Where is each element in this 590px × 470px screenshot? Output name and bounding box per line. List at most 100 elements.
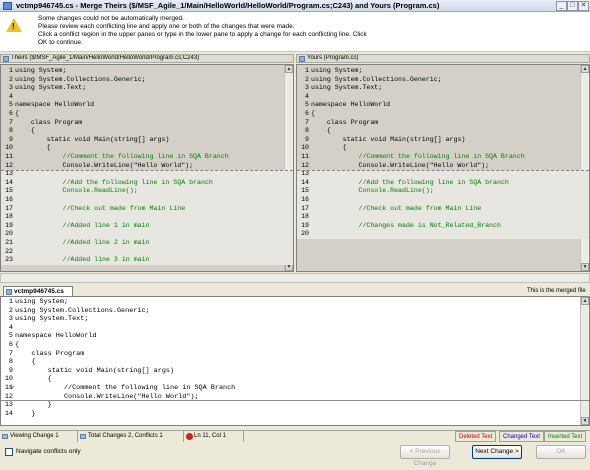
merged-file-note: This is the merged file	[527, 288, 586, 294]
code-line[interactable]: 2 using System.Collections.Generic;	[1, 76, 293, 85]
code-line[interactable]: 20	[1, 230, 293, 239]
line-number: 1	[8, 298, 13, 306]
code-line[interactable]: 17 //Check out made from Main Line	[297, 204, 589, 214]
code-line[interactable]: 12 Console.WriteLine("Hello World");	[297, 162, 589, 171]
line-text: namespace HelloWorld	[15, 101, 95, 109]
code-line[interactable]: 1 using System;	[1, 67, 293, 76]
code-line[interactable]: 15 Console.ReadLine();	[1, 187, 293, 196]
code-line[interactable]: 12 Console.WriteLine("Hello World");	[1, 393, 589, 402]
code-line[interactable]: 9 static void Main(string[] args)	[1, 367, 589, 376]
previous-change-button[interactable]: < Previous Change	[400, 445, 450, 467]
line-text: {	[15, 127, 35, 135]
code-line[interactable]: 14 //Add the following line in SQA branc…	[1, 178, 293, 188]
theirs-pane-title: Theirs ($/MSF_Agile_1/Main/HelloWorld/He…	[11, 55, 200, 61]
line-text: Console.ReadLine();	[311, 187, 434, 195]
status-bar: Viewing Change 1 Total Changes 2, Confli…	[0, 430, 590, 442]
line-text: using System;	[311, 67, 363, 74]
code-line[interactable]: 12 Console.WriteLine("Hello World");	[1, 162, 293, 171]
line-number: 4	[9, 92, 13, 100]
line-number: 8	[305, 127, 309, 135]
code-line[interactable]: 4	[1, 324, 589, 333]
code-line[interactable]: 8 {	[297, 127, 589, 136]
code-line[interactable]: 13	[1, 170, 293, 179]
line-text: using System.Text;	[15, 84, 87, 92]
code-line[interactable]: 8 {	[1, 358, 589, 367]
horizontal-scrollbar[interactable]	[0, 273, 590, 283]
line-number: 19	[5, 221, 13, 229]
close-button[interactable]: ✕	[578, 1, 589, 11]
code-line[interactable]: 17 //Check out made from Main Line	[1, 204, 293, 214]
code-line[interactable]: 3 using System.Text;	[1, 84, 293, 93]
code-line[interactable]: 19 //Changes made is Not_Related_Branch	[297, 221, 589, 231]
line-text: Console.ReadLine();	[15, 187, 138, 195]
code-line[interactable]: 18	[1, 213, 293, 222]
code-line[interactable]: 2 using System.Collections.Generic;	[1, 307, 589, 316]
yours-pane[interactable]: ▲ ▼ 1 using System; 2 using System.Collecti…	[296, 64, 590, 272]
line-text: static void Main(string[] args)	[311, 135, 466, 143]
code-line[interactable]: 10 {	[297, 144, 589, 153]
code-line[interactable]: 1 using System;	[1, 298, 589, 307]
code-line[interactable]: 15 Console.ReadLine();	[297, 187, 589, 196]
code-line[interactable]: 14 }	[1, 410, 589, 419]
code-line[interactable]: 3 using System.Text;	[297, 84, 589, 93]
merged-file-tab-label: vctmp946745.cs	[14, 288, 64, 295]
code-line[interactable]: 7 class Program	[1, 350, 589, 359]
maximize-button[interactable]: □	[567, 1, 578, 11]
theirs-pane[interactable]: ▲ ▼ 1 using System; 2 using System.Collecti…	[0, 64, 294, 272]
line-number: 16	[5, 196, 13, 203]
code-line[interactable]: 13 }	[1, 401, 589, 410]
line-number: 2	[9, 75, 13, 83]
line-text: using System.Text;	[15, 315, 89, 324]
minimize-button[interactable]: _	[556, 1, 567, 11]
code-line[interactable]: 3 using System.Text;	[1, 315, 589, 324]
theirs-pane-header: Theirs ($/MSF_Agile_1/Main/HelloWorld/He…	[0, 54, 294, 63]
code-line[interactable]: 4	[1, 93, 293, 102]
code-line[interactable]: 11 //Comment the following line in SQA B…	[297, 153, 589, 162]
code-line[interactable]: 5 namespace HelloWorld	[1, 332, 589, 341]
code-line[interactable]: 21 //Added line 2 in main	[1, 239, 293, 248]
navigate-conflicts-checkbox[interactable]	[5, 448, 13, 456]
line-text: //Comment the following line in SQA Bran…	[311, 153, 525, 160]
line-text: Console.WriteLine("Hello World");	[15, 392, 199, 401]
line-text: using System.Collections.Generic;	[15, 75, 146, 83]
code-line[interactable]: 2 using System.Collections.Generic;	[297, 76, 589, 85]
code-line[interactable]: 18	[297, 213, 589, 222]
yours-pane-header: Yours (Program.cs)	[296, 54, 590, 63]
code-line[interactable]: 22	[1, 247, 293, 257]
merged-pane[interactable]: ▲ ▼ 1 using System; 2 using System.Collecti…	[0, 296, 590, 426]
code-line[interactable]: 5 namespace HelloWorld	[297, 101, 589, 110]
line-text: }	[15, 401, 52, 410]
ok-button[interactable]: OK	[536, 445, 586, 459]
code-line[interactable]: 11 //Comment the following line in SQA B…	[1, 153, 293, 162]
code-line[interactable]: 11 //Comment the following line in SQA B…	[1, 384, 589, 393]
code-line[interactable]: 9 static void Main(string[] args)	[1, 136, 293, 145]
code-line[interactable]: 4	[297, 93, 589, 102]
code-line[interactable]: 10 {	[1, 144, 293, 153]
line-text: static void Main(string[] args)	[15, 135, 170, 143]
code-line[interactable]: 16	[1, 196, 293, 205]
code-line[interactable]: 13	[297, 170, 589, 179]
code-line[interactable]: 20	[297, 230, 589, 239]
line-text: //Check out made from Main Line	[311, 204, 482, 212]
line-text: {	[311, 110, 315, 117]
code-line[interactable]: 6{	[1, 341, 589, 350]
next-change-button[interactable]: Next Change >	[472, 445, 522, 459]
changes-icon	[80, 434, 86, 439]
code-line[interactable]: 7 class Program	[1, 119, 293, 128]
code-line[interactable]: 19 //Added line 1 in main	[1, 221, 293, 231]
line-number: 5	[9, 101, 13, 109]
merged-file-tab[interactable]: vctmp946745.cs	[3, 286, 73, 296]
code-line[interactable]: 23 //Added line 3 in main	[1, 256, 293, 265]
code-line[interactable]: 16	[297, 196, 589, 205]
code-line[interactable]: 14 //Add the following line in SQA branc…	[297, 178, 589, 188]
code-line[interactable]: 5 namespace HelloWorld	[1, 101, 293, 110]
code-line[interactable]: 6{	[297, 110, 589, 119]
code-line[interactable]: 7 class Program	[297, 119, 589, 128]
code-line[interactable]: 8 {	[1, 127, 293, 136]
scroll-down-arrow[interactable]: ▼	[581, 263, 589, 271]
code-line[interactable]: 9 static void Main(string[] args)	[297, 136, 589, 145]
code-line[interactable]: 6{	[1, 110, 293, 119]
code-line[interactable]: 1 using System;	[297, 67, 589, 76]
code-line[interactable]: 10 {	[1, 375, 589, 384]
line-text: {	[15, 341, 20, 349]
